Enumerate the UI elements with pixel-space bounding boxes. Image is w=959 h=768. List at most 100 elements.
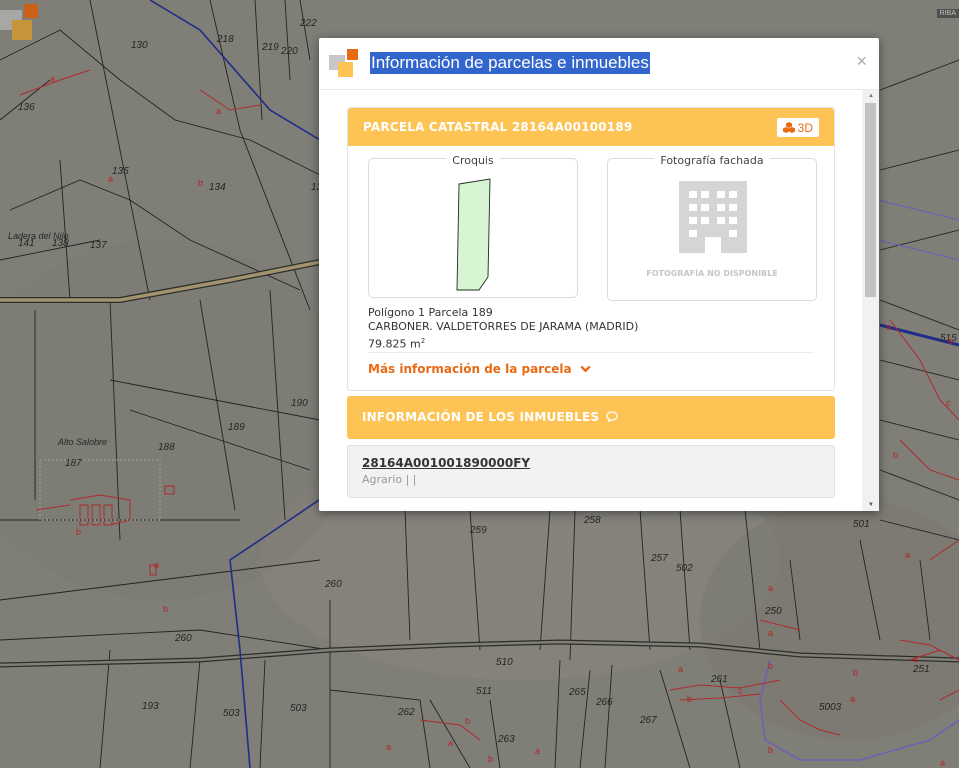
chevron-down-icon (579, 365, 591, 373)
building-reference-link[interactable]: 28164A001001890000FY (362, 456, 530, 470)
subparcel-label: a (905, 550, 911, 560)
parcel-number: 187 (65, 458, 82, 469)
parcel-number: 251 (913, 664, 930, 675)
subparcel-label: a (216, 106, 222, 116)
dialog-body[interactable]: PARCELA CATASTRAL 28164A00100189 3D Croq… (319, 90, 879, 511)
scrollbar-thumb[interactable] (865, 103, 876, 297)
parcel-number: 261 (711, 674, 728, 685)
scrollbar[interactable]: ▲ ▼ (862, 90, 879, 511)
parcel-card: PARCELA CATASTRAL 28164A00100189 3D Croq… (347, 107, 835, 391)
more-parcel-info-link[interactable]: Más información de la parcela (368, 362, 591, 376)
building-placeholder-icon (679, 181, 747, 253)
view-3d-button[interactable]: 3D (776, 118, 819, 137)
parcel-number: 503 (223, 708, 240, 719)
buildings-card: INFORMACIÓN DE LOS INMUEBLES (347, 396, 835, 439)
parcel-number: 265 (569, 687, 586, 698)
parcel-number: 262 (398, 707, 415, 718)
parcel-number: 135 (112, 166, 129, 177)
parcel-number: 511 (476, 686, 492, 697)
parcel-sketch (456, 178, 491, 291)
parcel-number: 222 (300, 18, 317, 29)
parcel-number: 130 (131, 40, 148, 51)
parcel-number: 188 (158, 442, 175, 453)
parcel-polygon-line: Polígono 1 Parcela 189 (368, 306, 493, 319)
parcel-area: 79.825 m2 (368, 334, 638, 352)
parcel-number: 190 (291, 398, 308, 409)
subparcel-label: a (154, 560, 160, 570)
parcel-number: 219 (262, 42, 279, 53)
parcel-number: 189 (228, 422, 245, 433)
parcel-number: 250 (765, 606, 782, 617)
place-name: Ladera del Nilo (8, 231, 69, 241)
parcel-card-title: PARCELA CATASTRAL 28164A00100189 (363, 120, 633, 134)
more-parcel-info-label: Más información de la parcela (368, 362, 572, 376)
subparcel-label: a (108, 174, 114, 184)
subparcel-label: a (678, 664, 684, 674)
subparcel-label: b (488, 754, 494, 764)
sketch-frame[interactable]: Croquis (368, 154, 578, 298)
dialog-title: Información de parcelas e inmuebles (370, 52, 650, 74)
catastro-logo-icon (0, 4, 38, 40)
subparcel-label: a (886, 322, 892, 332)
divider (368, 352, 814, 353)
parcel-number: 260 (325, 579, 342, 590)
subparcel-label: a (913, 654, 919, 664)
scroll-up-arrow-icon[interactable]: ▲ (868, 93, 874, 99)
parcel-number: 193 (142, 701, 159, 712)
subparcel-label: b (687, 694, 693, 704)
parcel-number: 257 (651, 553, 668, 564)
parcel-number: 502 (676, 563, 693, 574)
subparcel-label: b (768, 661, 774, 671)
subparcel-label: a (940, 758, 946, 768)
subparcel-label: b (768, 745, 774, 755)
view-3d-label: 3D (797, 120, 813, 135)
subparcel-label: a (448, 738, 454, 748)
no-photo-text: FOTOGRAFÍA NO DISPONIBLE (646, 269, 778, 278)
parcel-area-value: 79.825 m (368, 337, 421, 351)
scroll-down-arrow-icon[interactable]: ▼ (868, 502, 874, 508)
parcel-number: 137 (90, 240, 107, 251)
subparcel-label: b (465, 716, 471, 726)
parcel-number: 259 (470, 525, 487, 536)
area-unit-exponent: 2 (420, 337, 426, 345)
parcel-location-line: CARBONER. VALDETORRES DE JARAMA (MADRID) (368, 320, 639, 333)
parcel-number: 263 (498, 734, 515, 745)
parcel-number: 258 (584, 515, 601, 526)
parcel-number: 267 (640, 715, 657, 726)
subparcel-label: a (768, 628, 774, 638)
subparcel-label: b (163, 604, 169, 614)
building-list-item[interactable]: 28164A001001890000FY Agrario | | (347, 445, 835, 498)
parcel-number: 501 (853, 519, 870, 530)
subparcel-label: a (535, 746, 541, 756)
dialog-header: Información de parcelas e inmuebles × (319, 38, 879, 90)
parcel-card-body: Croquis Fotografía fachada FOTOGRAFÍA NO… (348, 146, 834, 390)
parcel-number: 220 (281, 46, 298, 57)
subparcel-label: b (948, 336, 954, 346)
subparcel-label: a (768, 583, 774, 593)
photo-legend: Fotografía fachada (654, 154, 770, 167)
parcel-number: 218 (217, 34, 234, 45)
catastro-logo-icon (329, 49, 358, 77)
subparcel-label: b (198, 178, 204, 188)
building-use: Agrario | | (362, 473, 417, 486)
parcel-number: 260 (175, 633, 192, 644)
buildings-card-header[interactable]: INFORMACIÓN DE LOS INMUEBLES (347, 396, 835, 439)
parcel-number: 266 (596, 697, 613, 708)
subparcel-label: b (893, 450, 899, 460)
place-name: Alto Salobre (58, 437, 108, 447)
parcel-number: 5003 (819, 702, 842, 713)
subparcel-label: c (738, 686, 743, 696)
subparcel-label: a (386, 742, 392, 752)
buildings-card-title-text: INFORMACIÓN DE LOS INMUEBLES (362, 410, 600, 424)
parcel-card-header: PARCELA CATASTRAL 28164A00100189 3D (348, 108, 834, 146)
parcel-details: Polígono 1 Parcela 189 CARBONER. VALDETO… (368, 306, 638, 352)
subparcel-label: b (76, 527, 82, 537)
parcel-number: 136 (18, 102, 35, 113)
photo-frame[interactable]: Fotografía fachada FOTOGRAFÍA NO DISPONI… (607, 154, 817, 301)
subparcel-label: a (850, 694, 856, 704)
parcel-info-dialog: Información de parcelas e inmuebles × PA… (319, 38, 879, 511)
speech-bubble-icon (606, 411, 618, 423)
close-button[interactable]: × (856, 52, 867, 70)
buildings-card-title: INFORMACIÓN DE LOS INMUEBLES (362, 410, 618, 424)
parcel-number: 134 (209, 182, 226, 193)
